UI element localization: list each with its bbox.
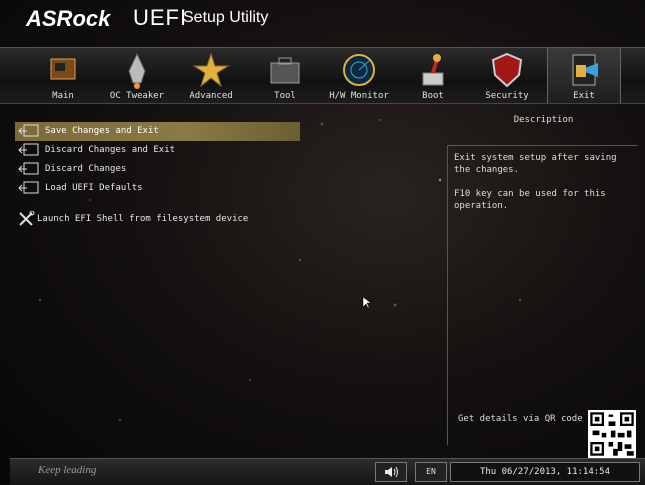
description-panel: Description Exit system setup after savi… [447, 115, 640, 458]
menu-item-launch-efi-shell[interactable]: Launch EFI Shell from filesystem device [15, 210, 300, 229]
tab-hw-monitor[interactable]: H/W Monitor [323, 48, 395, 103]
wrench-screwdriver-icon [19, 211, 35, 226]
tab-bar: Main OC Tweaker Advanced Tool H/W Monito… [0, 47, 645, 104]
motto-text: Keep leading [38, 464, 97, 476]
tab-oc-tweaker[interactable]: OC Tweaker [101, 48, 173, 103]
board-icon [50, 58, 76, 80]
menu-item-load-uefi-defaults[interactable]: Load UEFI Defaults [15, 179, 300, 198]
exit-arrow-icon [18, 181, 39, 194]
description-text: Exit system setup after saving the chang… [454, 153, 617, 175]
menu-item-discard-changes[interactable]: Discard Changes [15, 160, 300, 179]
tab-tool[interactable]: Tool [249, 48, 321, 103]
tab-exit[interactable]: Exit [547, 48, 621, 103]
brand-logo: ASRock [26, 6, 111, 31]
description-box: Exit system setup after saving the chang… [447, 145, 638, 458]
tab-advanced[interactable]: Advanced [175, 48, 247, 103]
speaker-button[interactable] [375, 462, 407, 482]
menu-item-label: Save Changes and Exit [45, 126, 159, 136]
toolbox-icon [270, 57, 300, 84]
speaker-icon [385, 466, 398, 478]
menu-item-label: Discard Changes and Exit [45, 145, 176, 155]
tab-label: H/W Monitor [329, 91, 389, 101]
tab-boot[interactable]: Boot [397, 48, 469, 103]
tab-label: Exit [573, 91, 595, 101]
tab-security[interactable]: Security [471, 48, 543, 103]
description-title: Description [513, 115, 574, 125]
menu-item-save-changes-exit[interactable]: Save Changes and Exit [15, 122, 300, 141]
tab-label: Advanced [189, 91, 233, 101]
exit-menu: Save Changes and Exit Discard Changes an… [15, 122, 300, 229]
tab-label: Tool [274, 91, 296, 101]
setup-utility-title: Setup Utility [183, 9, 269, 26]
datetime-display: Thu 06/27/2013, 11:14:54 [450, 462, 640, 482]
qr-code-icon[interactable] [588, 410, 636, 458]
rocket-icon [128, 52, 146, 89]
menu-item-label: Launch EFI Shell from filesystem device [37, 214, 249, 224]
tab-main[interactable]: Main [27, 48, 99, 103]
menu-spacer [15, 198, 300, 210]
description-hint: F10 key can be used for this operation. [454, 189, 606, 211]
exit-arrow-icon [18, 162, 39, 175]
exit-arrow-icon [18, 124, 39, 137]
footer-bar: Keep leading EN Thu 06/27/2013, 11:14:54 [10, 458, 645, 485]
language-button[interactable]: EN [415, 462, 447, 482]
mouse-cursor-icon [362, 296, 372, 309]
qr-label: Get details via QR code [458, 414, 583, 424]
star-icon [192, 52, 230, 88]
tab-label: Boot [422, 91, 444, 101]
tab-label: Main [52, 91, 74, 101]
menu-item-label: Load UEFI Defaults [45, 183, 143, 193]
tab-label: Security [485, 91, 529, 101]
header: ASRock UEFI Setup Utility [0, 0, 645, 40]
exit-door-icon [572, 54, 598, 86]
radar-icon [343, 54, 375, 86]
tab-label: OC Tweaker [109, 91, 165, 101]
uefi-title: UEFI [133, 5, 188, 30]
joystick-icon [422, 54, 444, 86]
menu-item-discard-changes-exit[interactable]: Discard Changes and Exit [15, 141, 300, 160]
menu-item-label: Discard Changes [45, 164, 127, 174]
shield-icon [491, 52, 523, 88]
exit-arrow-icon [18, 143, 39, 156]
